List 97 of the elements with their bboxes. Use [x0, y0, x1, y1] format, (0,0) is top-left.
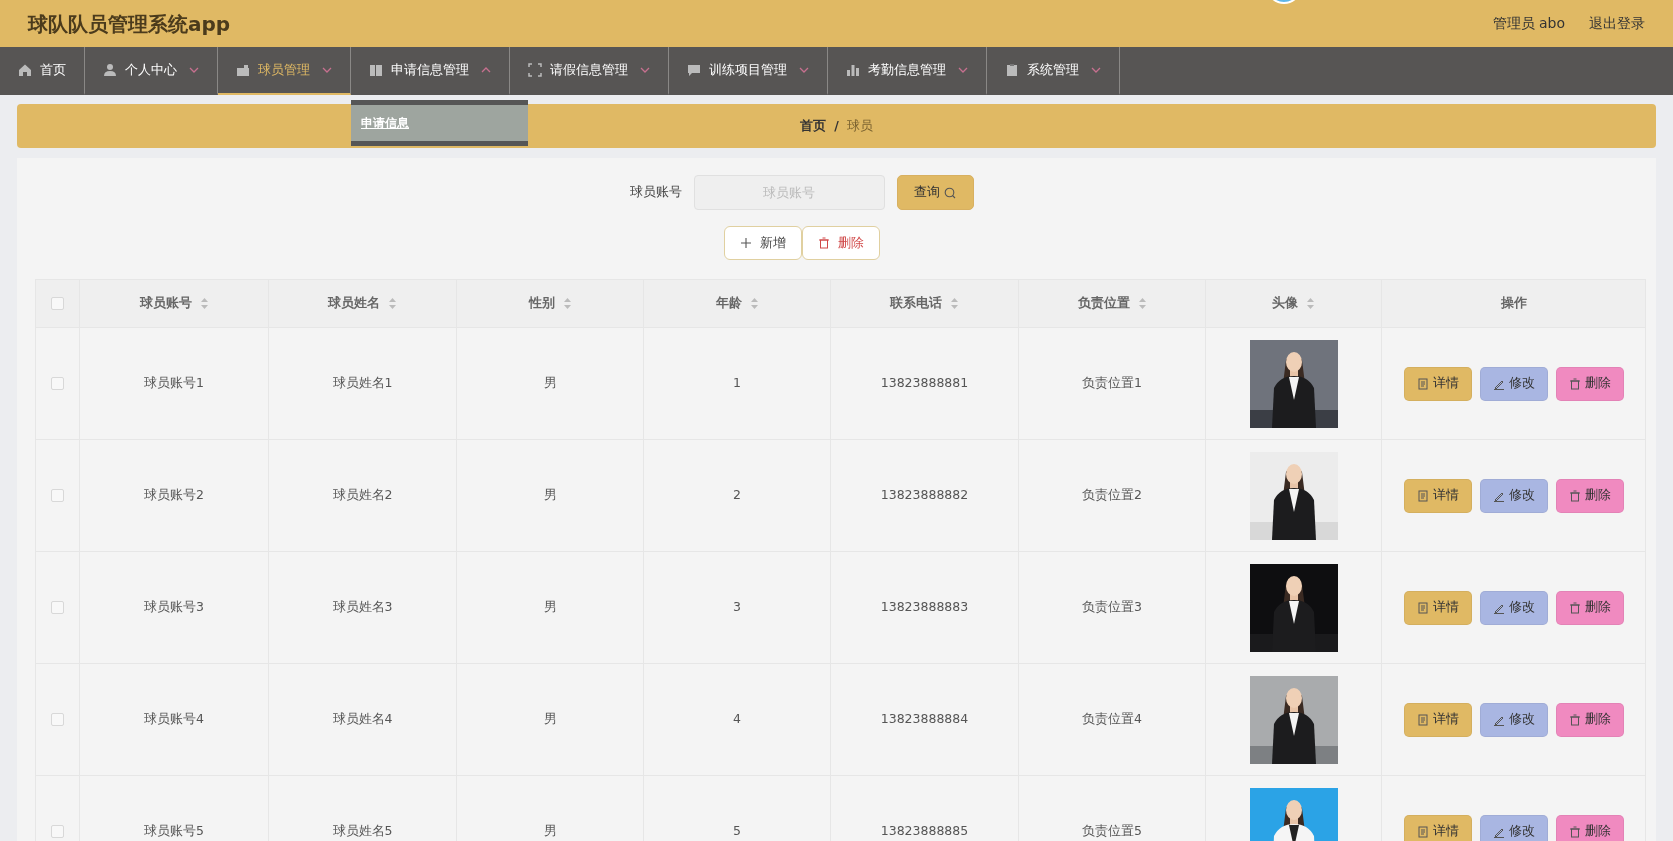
table-cell: 球员账号5 [144, 823, 204, 839]
table-cell: 球员账号4 [144, 711, 204, 727]
column-header[interactable]: 球员账号 [139, 294, 209, 313]
search-label: 球员账号 [629, 183, 682, 202]
column-header[interactable]: 负责位置 [1077, 294, 1147, 313]
breadcrumb-separator: / [834, 116, 839, 135]
delete-button[interactable]: 删除 [1555, 590, 1624, 625]
search-icon [944, 186, 956, 199]
delete-button[interactable]: 删除 [801, 226, 880, 260]
table-cell: 13823888885 [880, 823, 969, 839]
column-header[interactable]: 年龄 [715, 294, 759, 313]
table-cell: 13823888882 [880, 487, 969, 503]
table-cell: 13823888884 [880, 711, 969, 727]
table-cell: 负责位置3 [1082, 599, 1142, 615]
plus-icon [739, 237, 752, 249]
table-cell: 1 [733, 375, 741, 391]
user-name: 管理员 abo [1492, 14, 1565, 33]
trash-icon [1568, 489, 1581, 502]
table-cell: 球员姓名5 [332, 823, 393, 839]
nav-tab[interactable]: 首页 [0, 47, 85, 95]
table-cell: 3 [733, 599, 741, 615]
edit-button[interactable]: 修改 [1479, 702, 1548, 737]
row-checkbox[interactable] [51, 713, 64, 727]
table-cell: 负责位置1 [1082, 375, 1142, 391]
detail-button[interactable]: 详情 [1403, 814, 1472, 841]
column-header: 操作 [1500, 294, 1527, 313]
detail-button[interactable]: 详情 [1403, 366, 1472, 401]
frame-icon [528, 63, 542, 77]
user-icon [103, 63, 117, 77]
row-checkbox[interactable] [51, 825, 64, 839]
nav-tab[interactable]: 考勤信息管理 [828, 47, 987, 95]
search-button[interactable]: 查询 [896, 175, 974, 210]
trash-icon [1568, 377, 1581, 390]
nav-tab[interactable]: 个人中心 [85, 47, 218, 95]
detail-button[interactable]: 详情 [1403, 478, 1472, 513]
detail-button[interactable]: 详情 [1403, 590, 1472, 625]
add-button[interactable]: 新增 [723, 226, 802, 260]
table-cell: 13823888883 [880, 599, 969, 615]
table-cell: 男 [543, 599, 557, 615]
table-cell: 球员姓名4 [332, 711, 393, 727]
table-cell: 2 [733, 487, 741, 503]
table-cell: 4 [733, 711, 741, 727]
column-header[interactable]: 联系电话 [890, 294, 959, 313]
delete-button[interactable]: 删除 [1555, 814, 1624, 841]
edit-button[interactable]: 修改 [1479, 478, 1548, 513]
delete-button[interactable]: 删除 [1555, 478, 1624, 513]
document-icon [1416, 713, 1429, 726]
document-icon [1416, 601, 1429, 614]
trash-icon [1568, 825, 1581, 838]
row-checkbox[interactable] [51, 601, 64, 615]
row-checkbox[interactable] [51, 489, 64, 503]
table-cell: 球员账号3 [144, 599, 204, 615]
breadcrumb-item[interactable]: 首页 [800, 116, 827, 136]
detail-button[interactable]: 详情 [1403, 702, 1472, 737]
trash-icon [1568, 713, 1581, 726]
delete-button[interactable]: 删除 [1555, 702, 1624, 737]
delete-button[interactable]: 删除 [1555, 366, 1624, 401]
document-icon [1416, 489, 1429, 502]
table-cell: 男 [543, 711, 557, 727]
table-cell: 男 [543, 375, 557, 391]
trash-icon [817, 237, 830, 249]
book-icon [369, 63, 383, 77]
table-cell: 负责位置5 [1082, 823, 1142, 839]
nav-tab[interactable]: 球员管理 [218, 47, 351, 95]
table-cell: 球员姓名2 [332, 487, 393, 503]
table-cell: 男 [543, 823, 557, 839]
edit-button[interactable]: 修改 [1479, 814, 1548, 841]
table-cell: 球员账号1 [144, 375, 204, 391]
edit-button[interactable]: 修改 [1479, 366, 1548, 401]
home-icon [18, 63, 32, 77]
clipboard-icon [1005, 63, 1019, 77]
briefcase-icon [236, 63, 250, 77]
document-icon [1416, 377, 1429, 390]
app-title: 球队队员管理系统app [28, 10, 231, 38]
table-cell: 球员姓名3 [332, 599, 393, 615]
table-cell: 13823888881 [880, 375, 969, 391]
table-cell: 5 [733, 823, 741, 839]
table-cell: 球员姓名1 [332, 375, 393, 391]
nav-tab[interactable]: 请假信息管理 [510, 47, 669, 95]
column-header[interactable]: 头像 [1272, 294, 1315, 313]
edit-button[interactable]: 修改 [1479, 590, 1548, 625]
nav-tab[interactable]: 训练项目管理 [669, 47, 828, 95]
bar-chart-icon [846, 63, 860, 77]
table-cell: 负责位置4 [1082, 711, 1142, 727]
column-header[interactable]: 性别 [528, 294, 572, 313]
chat-icon [687, 63, 701, 77]
row-checkbox[interactable] [51, 377, 64, 391]
trash-icon [1568, 601, 1581, 614]
select-all-checkbox[interactable] [51, 297, 64, 311]
document-icon [1416, 825, 1429, 838]
table-cell: 负责位置2 [1082, 487, 1142, 503]
column-header[interactable]: 球员姓名 [328, 294, 397, 313]
breadcrumb-item: 球员 [846, 116, 873, 135]
table-cell: 男 [543, 487, 557, 503]
logout-link[interactable]: 退出登录 [1589, 13, 1645, 34]
table-cell: 球员账号2 [144, 487, 204, 503]
nav-tab[interactable]: 系统管理 [987, 47, 1120, 95]
